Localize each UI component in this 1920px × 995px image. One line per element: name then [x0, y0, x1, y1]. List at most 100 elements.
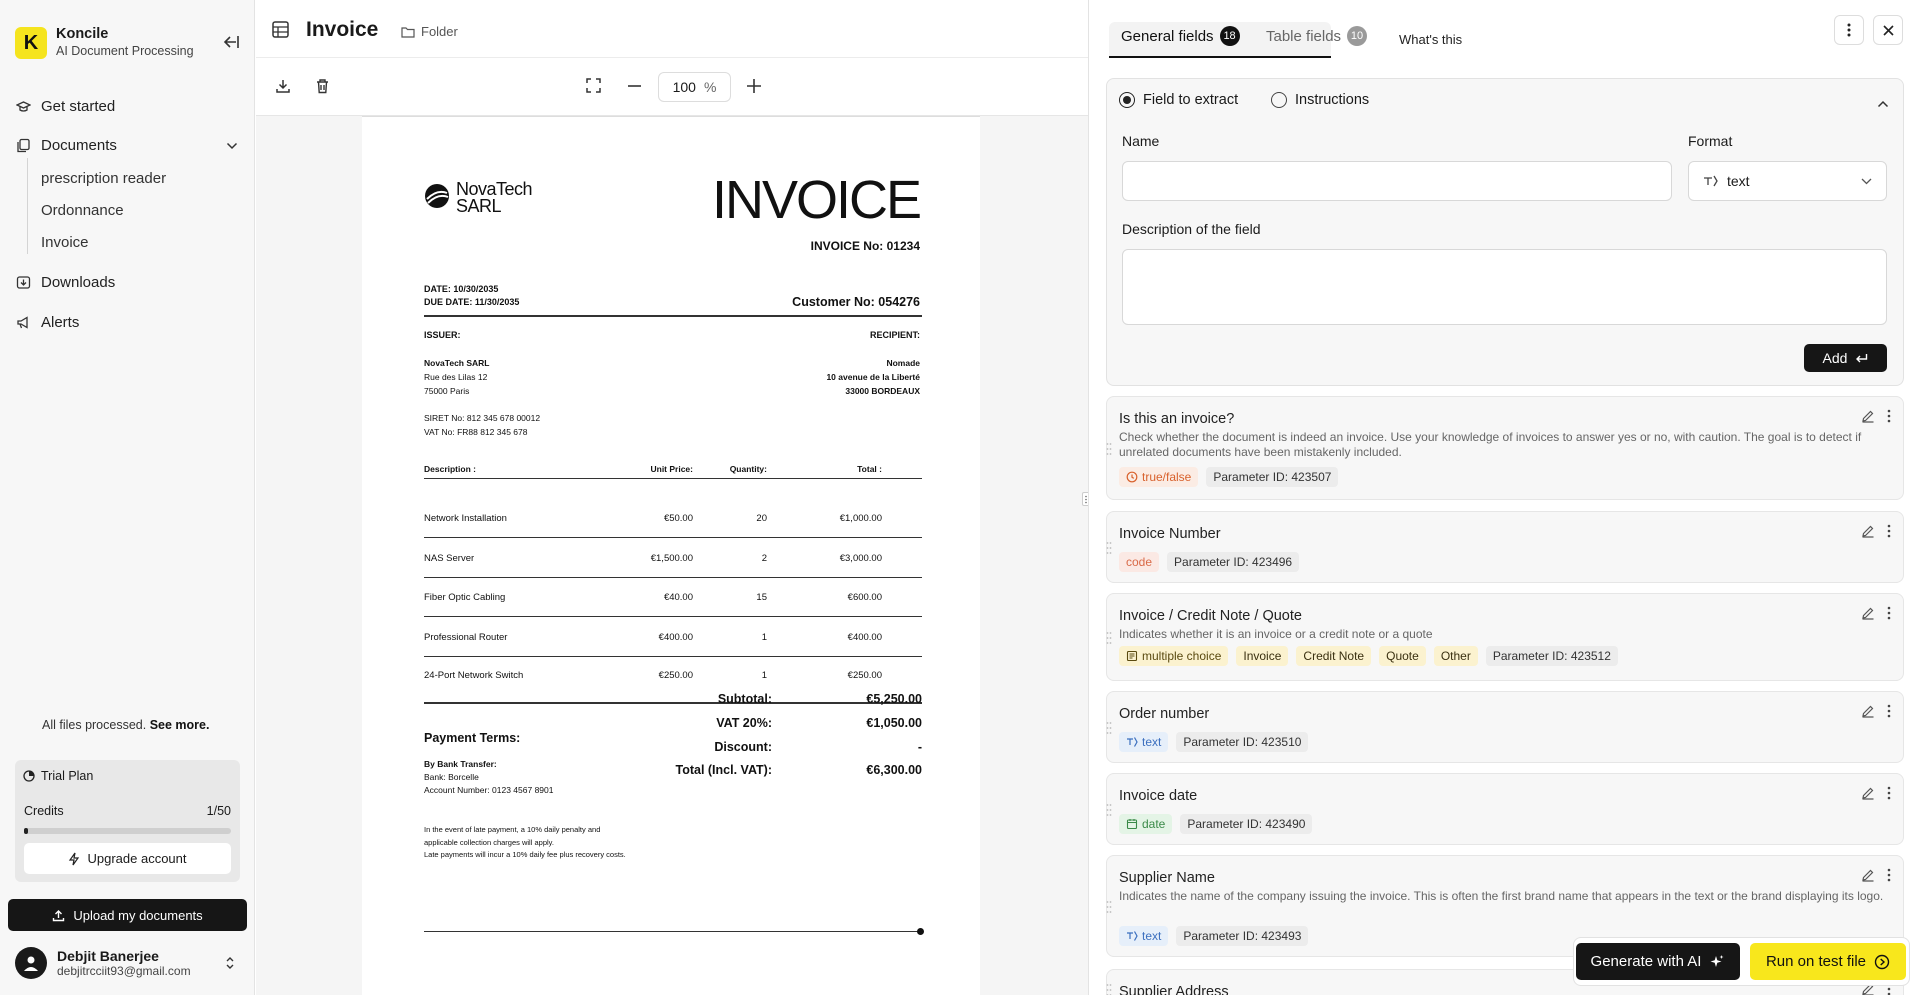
radio-instructions[interactable]: Instructions: [1271, 92, 1369, 108]
drag-handle-icon[interactable]: [1106, 983, 1112, 995]
description-textarea[interactable]: [1122, 249, 1887, 325]
tab-whats-this[interactable]: What's this: [1399, 32, 1462, 47]
recipient-label: RECIPIENT:: [869, 330, 920, 340]
drag-handle-icon[interactable]: [1106, 631, 1112, 645]
nav-alerts[interactable]: Alerts: [16, 314, 79, 331]
edit-icon[interactable]: [1861, 786, 1875, 800]
type-label: text: [1142, 735, 1162, 749]
parameter-id: Parameter ID: 423496: [1167, 552, 1300, 572]
field-card[interactable]: Invoice / Credit Note / Quote Indicates w…: [1106, 593, 1904, 681]
edit-icon[interactable]: [1861, 868, 1875, 882]
field-card[interactable]: Order number text Parameter ID: 423510: [1106, 691, 1904, 763]
tab-table-fields[interactable]: Table fields 10: [1266, 26, 1368, 46]
payment-account: Account Number: 0123 4567 8901: [424, 785, 554, 795]
drag-handle-icon[interactable]: [1106, 721, 1112, 735]
more-vertical-icon[interactable]: [1887, 704, 1891, 718]
doc-item-invoice[interactable]: Invoice: [41, 234, 89, 251]
drag-handle-icon[interactable]: [1106, 803, 1112, 817]
format-select[interactable]: text: [1688, 161, 1887, 201]
type-label: code: [1126, 555, 1153, 569]
generate-with-ai-button[interactable]: Generate with AI: [1576, 943, 1740, 980]
parameter-id: Parameter ID: 423510: [1176, 732, 1309, 752]
logo-line-2: SARL: [456, 196, 502, 216]
edit-icon[interactable]: [1861, 704, 1875, 718]
nav-get-started[interactable]: Get started: [16, 98, 115, 115]
see-more-link[interactable]: See more.: [150, 718, 210, 732]
run-on-test-file-button[interactable]: Run on test file: [1750, 943, 1906, 980]
more-vertical-icon[interactable]: [1887, 868, 1891, 882]
total-value: €5,250.00: [866, 692, 922, 706]
field-chips: text Parameter ID: 423510: [1119, 732, 1309, 752]
more-vertical-icon[interactable]: [1887, 606, 1891, 620]
option-badge: Invoice: [1236, 646, 1289, 666]
radio-field-to-extract[interactable]: Field to extract: [1119, 92, 1238, 108]
zoom-in-icon[interactable]: [747, 79, 761, 93]
add-label: Add: [1822, 350, 1848, 366]
siret-number: SIRET No: 812 345 678 00012: [424, 413, 541, 423]
brand-subtitle: AI Document Processing: [56, 44, 194, 58]
drag-handle-icon[interactable]: [1106, 900, 1112, 914]
page-title: Invoice: [306, 18, 379, 41]
field-card[interactable]: Invoice Number code Parameter ID: 423496: [1106, 511, 1904, 583]
invoice-heading: INVOICE: [711, 170, 922, 230]
chevron-down-icon[interactable]: [226, 142, 238, 150]
field-card[interactable]: Is this an invoice? Check whether the doc…: [1106, 396, 1904, 500]
plan-pie-icon: [23, 770, 35, 782]
col-quantity: Quantity:: [729, 464, 767, 474]
nav-documents[interactable]: Documents: [16, 137, 117, 154]
user-email: debjitrcciit93@gmail.com: [57, 964, 191, 978]
chevron-up-down-icon[interactable]: [225, 955, 235, 971]
name-input[interactable]: [1122, 161, 1672, 201]
credits-bar-fill: [24, 828, 29, 834]
nav-downloads[interactable]: Downloads: [16, 274, 115, 291]
drag-handle-icon[interactable]: [1106, 541, 1112, 555]
add-field-button[interactable]: Add: [1804, 344, 1887, 372]
description-label: Description of the field: [1122, 221, 1261, 237]
close-icon: [1882, 24, 1894, 36]
total-value: €6,300.00: [866, 763, 922, 777]
zoom-input[interactable]: 100 %: [658, 72, 731, 102]
issuer-name: NovaTech SARL: [424, 358, 490, 368]
cell-total: €400.00: [847, 632, 882, 643]
upgrade-account-button[interactable]: Upgrade account: [24, 843, 231, 874]
edit-icon[interactable]: [1861, 524, 1875, 538]
recipient-block: Nomade 10 avenue de la Liberté 33000 BOR…: [826, 356, 920, 398]
type-label: text: [1142, 929, 1162, 943]
trash-icon[interactable]: [315, 78, 330, 94]
cell-description: Network Installation: [424, 513, 507, 524]
folder-link[interactable]: Folder: [401, 24, 458, 39]
text-format-icon: [1704, 175, 1718, 187]
cell-unit-price: €400.00: [658, 632, 693, 643]
drag-handle-icon[interactable]: [1106, 442, 1112, 456]
zoom-out-icon[interactable]: [628, 85, 641, 87]
more-vertical-icon[interactable]: [1887, 786, 1891, 800]
collapse-sidebar-icon[interactable]: [222, 34, 240, 50]
more-vertical-icon[interactable]: [1887, 524, 1891, 538]
user-menu[interactable]: Debjit Banerjee debjitrcciit93@gmail.com: [15, 947, 191, 979]
close-button[interactable]: [1873, 15, 1903, 45]
invoice-number: INVOICE No: 01234: [810, 239, 920, 253]
cell-total: €1,000.00: [839, 513, 882, 524]
tab-general-fields[interactable]: General fields 18: [1121, 26, 1240, 46]
field-chips: code Parameter ID: 423496: [1119, 552, 1300, 572]
field-description: Indicates whether it is an invoice or a …: [1119, 627, 1433, 641]
invoice-due-date: DUE DATE: 11/30/2035: [424, 297, 520, 307]
edit-icon[interactable]: [1861, 409, 1875, 423]
novatech-logo-icon: [424, 183, 450, 209]
company-ids: SIRET No: 812 345 678 00012 VAT No: FR88…: [424, 411, 540, 439]
more-vertical-icon[interactable]: [1887, 409, 1891, 423]
cell-quantity: 20: [756, 513, 767, 524]
more-options-button[interactable]: [1834, 15, 1864, 45]
row-divider: [424, 537, 922, 538]
brand-logo: K: [15, 27, 47, 59]
field-card[interactable]: Invoice date date Parameter ID: 423490: [1106, 773, 1904, 845]
doc-item-ordonnance[interactable]: Ordonnance: [41, 202, 124, 219]
download-icon[interactable]: [275, 78, 291, 94]
zoom-value: 100: [672, 79, 696, 95]
upload-documents-button[interactable]: Upload my documents: [8, 899, 247, 931]
edit-icon[interactable]: [1861, 606, 1875, 620]
doc-item-prescription-reader[interactable]: prescription reader: [41, 170, 166, 187]
tab-label: General fields: [1121, 27, 1214, 45]
chevron-up-icon[interactable]: [1877, 100, 1889, 108]
fullscreen-icon[interactable]: [586, 78, 601, 93]
